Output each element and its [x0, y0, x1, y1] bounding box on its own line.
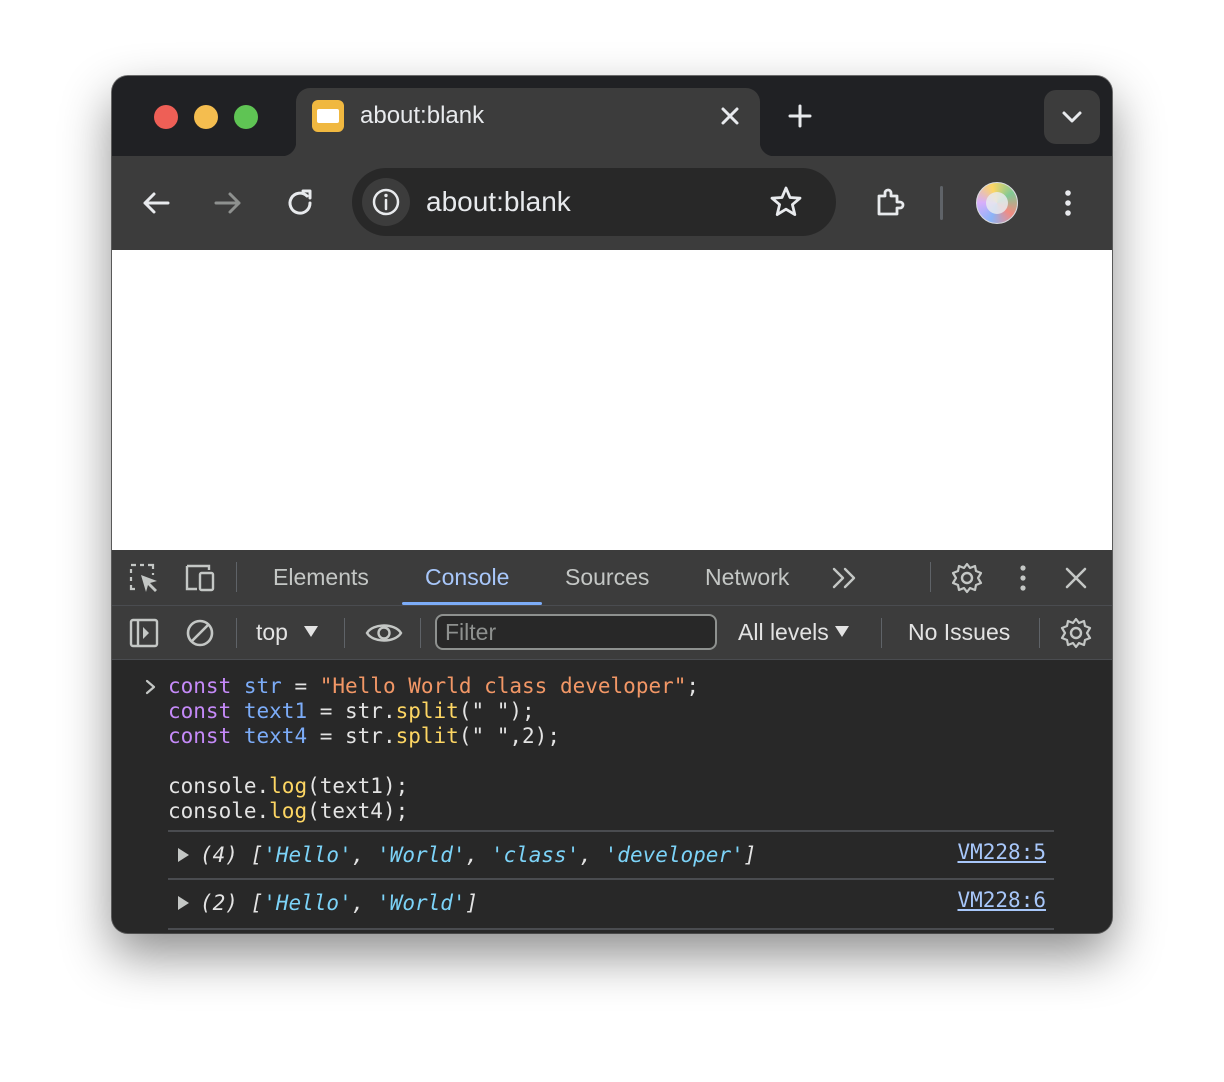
console-input-code: const str = "Hello World class developer… [168, 674, 700, 823]
toolbar-divider [236, 618, 237, 648]
toolbar-divider [940, 186, 943, 220]
tabbar-divider-2 [930, 562, 931, 592]
browser-toolbar: about:blank [112, 156, 1112, 250]
page-favicon-icon [312, 100, 344, 132]
sidebar-toggle-icon[interactable] [127, 616, 161, 650]
devtools-tabbar: Elements Console Sources Network [112, 550, 1112, 606]
tab-strip: about:blank [112, 76, 1112, 156]
tab-elements[interactable]: Elements [273, 550, 369, 605]
log-levels-label: All levels [738, 619, 829, 645]
expand-triangle-icon[interactable] [178, 896, 189, 910]
info-icon [372, 188, 400, 216]
close-window-button[interactable] [154, 105, 178, 129]
forward-arrow-icon[interactable] [210, 185, 246, 221]
console-message-row[interactable]: (4) ['Hello', 'World', 'class', 'develop… [168, 830, 1054, 880]
settings-icon[interactable] [950, 561, 984, 595]
context-selector[interactable]: top [256, 606, 318, 659]
more-tabs-icon[interactable] [828, 561, 862, 595]
devtools-panel: Elements Console Sources Network top Fil… [112, 550, 1112, 933]
dropdown-caret-icon [303, 626, 318, 638]
maximize-window-button[interactable] [234, 105, 258, 129]
inspect-element-icon[interactable] [127, 561, 161, 595]
tab-sources[interactable]: Sources [565, 550, 649, 605]
expand-triangle-icon[interactable] [178, 848, 189, 862]
context-value: top [256, 619, 288, 645]
issues-button[interactable]: No Issues [908, 606, 1010, 659]
tab-console[interactable]: Console [425, 550, 509, 605]
array-preview: (2) ['Hello', 'World'] [200, 891, 479, 915]
back-arrow-icon[interactable] [138, 185, 174, 221]
toolbar-divider-4 [881, 618, 882, 648]
star-icon[interactable] [768, 184, 804, 220]
toolbar-divider-2 [344, 618, 345, 648]
eye-icon[interactable] [364, 616, 404, 650]
filter-box[interactable] [435, 614, 717, 650]
plus-icon[interactable] [784, 100, 816, 132]
tab-network[interactable]: Network [705, 550, 789, 605]
toolbar-divider-3 [420, 618, 421, 648]
console-message-row[interactable]: (2) ['Hello', 'World'] VM228:6 [168, 878, 1054, 930]
toolbar-divider-5 [1039, 618, 1040, 648]
active-tab-indicator [402, 602, 542, 605]
source-link[interactable]: VM228:5 [957, 840, 1046, 864]
close-icon[interactable] [714, 100, 746, 132]
close-icon[interactable] [1059, 561, 1093, 595]
tabbar-divider [236, 562, 237, 592]
settings-icon[interactable] [1059, 616, 1093, 650]
extensions-icon[interactable] [872, 185, 908, 221]
reload-icon[interactable] [282, 185, 318, 221]
clear-console-icon[interactable] [183, 616, 217, 650]
chevron-down-icon [1062, 111, 1082, 123]
minimize-window-button[interactable] [194, 105, 218, 129]
console-toolbar: top All levels No Issues [112, 606, 1112, 660]
log-levels-dropdown[interactable]: All levels [738, 606, 849, 659]
console-output[interactable]: const str = "Hello World class developer… [112, 660, 1112, 933]
source-link[interactable]: VM228:6 [957, 888, 1046, 912]
filter-input[interactable] [437, 616, 715, 648]
tab-search-button[interactable] [1044, 90, 1100, 144]
tab-title: about:blank [360, 102, 485, 129]
page-content [112, 250, 1112, 550]
url-text[interactable]: about:blank [426, 186, 571, 218]
device-toolbar-icon[interactable] [183, 561, 217, 595]
site-info-button[interactable] [362, 178, 410, 226]
dropdown-caret-icon [834, 626, 849, 638]
array-preview: (4) ['Hello', 'World', 'class', 'develop… [200, 843, 757, 867]
prompt-chevron-icon [145, 679, 156, 695]
tab-active[interactable]: about:blank [282, 88, 774, 156]
browser-window: about:blank about:blank Elements Console… [112, 76, 1112, 933]
kebab-menu-icon[interactable] [1006, 561, 1040, 595]
profile-avatar[interactable] [976, 182, 1018, 224]
kebab-menu-icon[interactable] [1050, 185, 1086, 221]
address-bar[interactable]: about:blank [352, 168, 836, 236]
